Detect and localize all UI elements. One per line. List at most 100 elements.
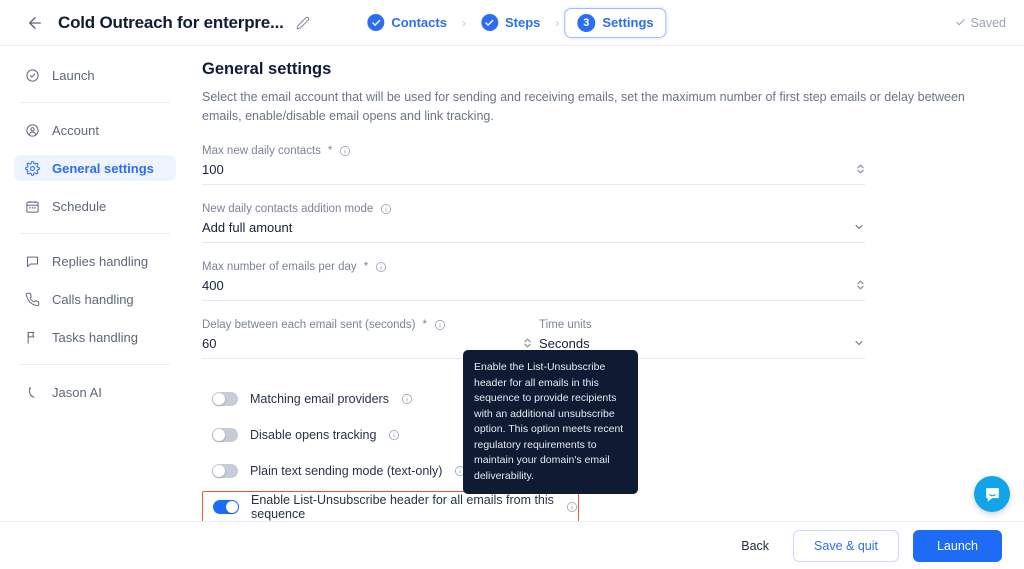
- info-icon[interactable]: [339, 145, 351, 157]
- field-label: Time units: [539, 319, 872, 331]
- info-icon[interactable]: [401, 393, 413, 405]
- sidebar-item-launch[interactable]: Launch: [14, 62, 176, 88]
- step-steps[interactable]: Steps: [471, 9, 550, 36]
- rocket-check-icon: [24, 67, 40, 83]
- save-and-quit-button[interactable]: Save & quit: [793, 529, 899, 562]
- phone-icon: [24, 291, 40, 307]
- saved-label: Saved: [970, 15, 1006, 30]
- required-asterisk: *: [327, 144, 333, 157]
- max-emails-per-day-input[interactable]: 400: [202, 278, 865, 301]
- step-label: Contacts: [391, 15, 447, 30]
- info-icon[interactable]: [434, 319, 446, 331]
- gear-icon: [24, 160, 40, 176]
- check-icon: [955, 19, 965, 26]
- sidebar-item-label: Jason AI: [52, 384, 102, 400]
- field-label-text: Delay between each email sent (seconds): [202, 318, 416, 331]
- field-label: New daily contacts addition mode: [202, 203, 996, 215]
- sidebar-item-label: Replies handling: [52, 253, 149, 269]
- chevron-down-icon[interactable]: [853, 221, 865, 233]
- check-icon: [480, 14, 498, 31]
- back-button[interactable]: Back: [731, 532, 779, 560]
- sidebar-group-4: Jason AI: [0, 379, 190, 405]
- chat-launcher-icon[interactable]: [974, 476, 1010, 512]
- field-max-new-daily-contacts: Max new daily contacts * 100: [202, 145, 996, 185]
- field-label: Max new daily contacts *: [202, 145, 996, 157]
- field-label: Delay between each email sent (seconds) *: [202, 319, 532, 331]
- sidebar-item-calls-handling[interactable]: Calls handling: [14, 286, 176, 312]
- sidebar-divider: [20, 233, 170, 234]
- sidebar-item-account[interactable]: Account: [14, 117, 176, 143]
- step-separator: ›: [555, 15, 560, 30]
- toggle-label: Disable opens tracking: [250, 427, 377, 442]
- sidebar-item-label: Launch: [52, 67, 95, 83]
- field-value: 60: [202, 335, 217, 351]
- toggle-knob: [213, 428, 225, 441]
- sidebar-item-schedule[interactable]: Schedule: [14, 193, 176, 219]
- step-settings[interactable]: 3 Settings: [564, 7, 667, 38]
- field-max-emails-per-day: Max number of emails per day * 400: [202, 261, 996, 301]
- number-stepper-icon[interactable]: [856, 279, 865, 291]
- sidebar-divider: [20, 364, 170, 365]
- toggle-label: Plain text sending mode (text-only): [250, 463, 443, 478]
- sidebar-divider: [20, 102, 170, 103]
- sidebar-item-tasks-handling[interactable]: Tasks handling: [14, 324, 176, 350]
- user-circle-icon: [24, 122, 40, 138]
- info-icon[interactable]: [380, 203, 392, 215]
- toggle-switch[interactable]: [212, 427, 238, 442]
- wizard-steps: Contacts › Steps › 3 Settings: [357, 7, 667, 38]
- step-separator: ›: [461, 15, 466, 30]
- sidebar-item-label: Tasks handling: [52, 329, 138, 345]
- calendar-icon: [24, 198, 40, 214]
- toggle-knob: [213, 464, 225, 477]
- field-label-text: Max new daily contacts: [202, 144, 321, 157]
- field-value: 400: [202, 277, 224, 293]
- page-description: Select the email account that will be us…: [202, 90, 965, 124]
- info-icon[interactable]: [388, 429, 400, 441]
- field-label-text: Max number of emails per day: [202, 260, 357, 273]
- page-title: General settings: [202, 60, 332, 78]
- max-new-daily-contacts-input[interactable]: 100: [202, 162, 865, 185]
- required-asterisk: *: [422, 318, 427, 331]
- addition-mode-select[interactable]: Add full amount: [202, 220, 865, 243]
- field-label: Max number of emails per day *: [202, 261, 996, 273]
- sidebar-group-3: Replies handling Calls handling Tasks ha…: [0, 248, 190, 350]
- sidebar-item-replies-handling[interactable]: Replies handling: [14, 248, 176, 274]
- sidebar-item-jason-ai[interactable]: Jason AI: [14, 379, 176, 405]
- toggle-switch[interactable]: [213, 500, 239, 515]
- sidebar-item-general-settings[interactable]: General settings: [14, 155, 176, 181]
- info-icon[interactable]: [566, 501, 578, 513]
- check-icon: [367, 14, 385, 31]
- step-number-badge: 3: [577, 13, 596, 32]
- chat-bubble-icon: [24, 253, 40, 269]
- launch-button[interactable]: Launch: [912, 529, 1002, 562]
- toggle-label: Enable List-Unsubscribe header for all e…: [251, 493, 554, 522]
- number-stepper-icon[interactable]: [856, 163, 865, 175]
- back-arrow-icon[interactable]: [20, 8, 50, 38]
- step-contacts[interactable]: Contacts: [357, 9, 457, 36]
- toggle-label: Matching email providers: [250, 391, 389, 406]
- field-new-daily-contacts-addition-mode: New daily contacts addition mode Add ful…: [202, 203, 996, 243]
- tooltip-list-unsubscribe: Enable the List-Unsubscribe header for a…: [463, 350, 638, 495]
- saved-status: Saved: [955, 16, 1006, 30]
- field-value: Seconds: [539, 335, 590, 351]
- field-value: Add full amount: [202, 219, 293, 235]
- toggle-switch[interactable]: [212, 463, 238, 478]
- footer-bar: Back Save & quit Launch: [0, 521, 1024, 569]
- sidebar-group-1: Launch: [0, 62, 190, 88]
- sidebar-item-label: General settings: [52, 160, 154, 176]
- smile-icon: [24, 384, 40, 400]
- info-icon[interactable]: [375, 261, 387, 273]
- toggle-switch[interactable]: [212, 391, 238, 406]
- field-label-text: Time units: [539, 318, 592, 331]
- settings-page: Cold Outreach for enterpre... Contacts ›…: [0, 0, 1024, 569]
- pencil-icon[interactable]: [296, 16, 310, 30]
- sidebar-item-label: Calls handling: [52, 291, 134, 307]
- number-stepper-icon[interactable]: [523, 337, 532, 349]
- sidebar-item-label: Schedule: [52, 198, 107, 214]
- required-asterisk: *: [363, 260, 369, 273]
- sidebar-group-2: Account General settings Schedule: [0, 117, 190, 219]
- toggle-row-enable-list-unsubscribe-header[interactable]: Enable List-Unsubscribe header for all e…: [202, 490, 579, 524]
- field-value: 100: [202, 161, 224, 177]
- sidebar: Launch Account General settings Schedule…: [0, 46, 190, 521]
- chevron-down-icon[interactable]: [853, 337, 865, 349]
